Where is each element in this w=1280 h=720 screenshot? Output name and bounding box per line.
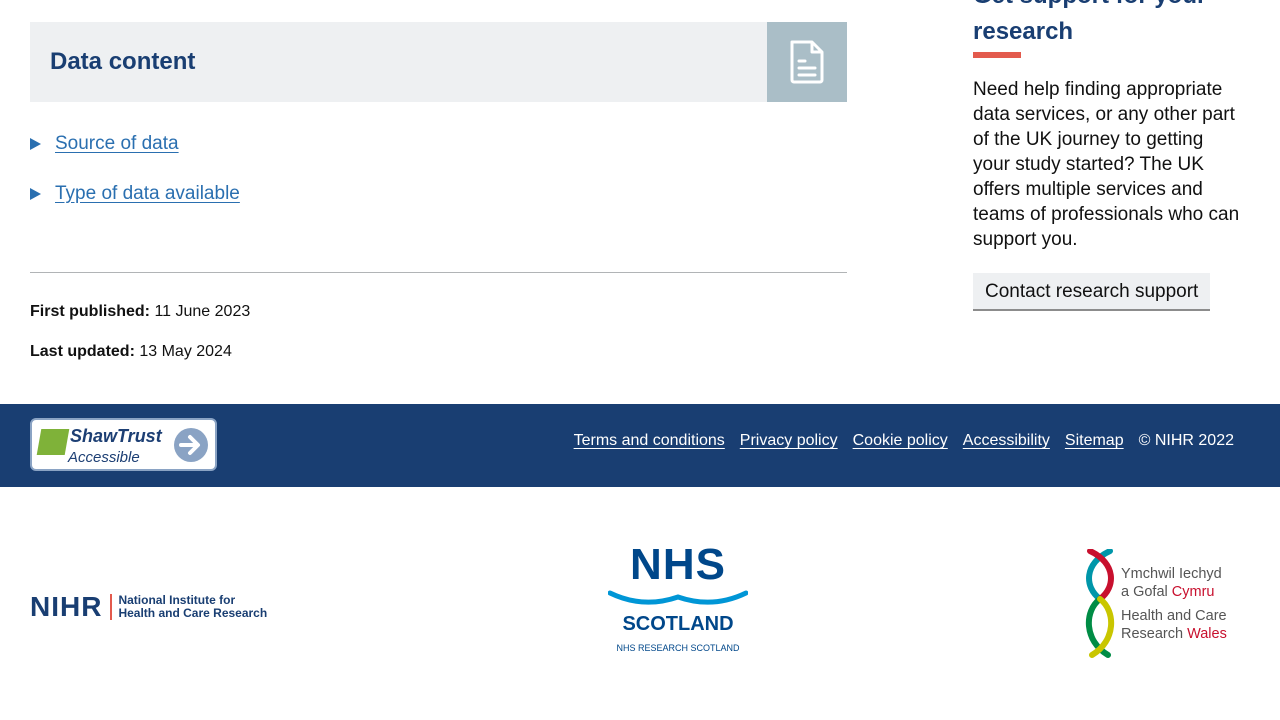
nhs-research-text: NHS RESEARCH SCOTLAND: [616, 643, 740, 653]
accessibility-link[interactable]: Accessibility: [963, 432, 1050, 450]
expander-source-of-data[interactable]: Source of data: [30, 133, 179, 155]
shaw-trust-accessible-badge[interactable]: ShawTrust Accessible: [30, 418, 217, 471]
section-title: Data content: [50, 48, 196, 75]
nhs-scotland-logo[interactable]: NHS SCOTLAND NHS RESEARCH SCOTLAND: [608, 543, 748, 653]
nihr-full-name: National Institute for Health and Care R…: [118, 594, 267, 620]
copyright: © NIHR 2022: [1138, 432, 1234, 449]
hcrw-line4a: Research: [1121, 626, 1188, 642]
health-care-research-wales-logo[interactable]: Ymchwil Iechyd a Gofal Cymru Health and …: [1080, 549, 1255, 659]
expand-triangle-icon: [30, 188, 41, 200]
nihr-line2: Health and Care Research: [118, 606, 268, 620]
hcrw-line1: Ymchwil Iechyd: [1121, 566, 1222, 582]
partner-logos: NIHR National Institute for Health and C…: [0, 487, 1280, 720]
document-icon: [767, 22, 847, 102]
last-updated-value: 13 May 2024: [139, 343, 232, 360]
privacy-link[interactable]: Privacy policy: [740, 432, 838, 450]
first-published-value: 11 June 2023: [154, 303, 251, 320]
nihr-logo[interactable]: NIHR National Institute for Health and C…: [30, 591, 267, 623]
footer-links: Terms and conditions Privacy policy Cook…: [574, 432, 1234, 450]
nihr-divider: [110, 594, 113, 620]
divider: [30, 272, 847, 273]
hcrw-line4b: Wales: [1187, 626, 1227, 642]
hcrw-line2a: a Gofal: [1121, 584, 1172, 600]
hcrw-line3: Health and Care: [1121, 608, 1227, 624]
nhs-wordmark: NHS: [630, 540, 726, 589]
sitemap-link[interactable]: Sitemap: [1065, 432, 1124, 450]
helix-icon: [1085, 549, 1115, 658]
last-updated-label: Last updated:: [30, 343, 135, 360]
data-content-header: Data content: [30, 22, 847, 102]
nihr-line1: National Institute for: [118, 593, 236, 607]
type-of-data-link[interactable]: Type of data available: [55, 183, 240, 205]
wave-icon: [608, 590, 748, 605]
last-updated: Last updated: 13 May 2024: [30, 343, 232, 361]
expander-type-of-data[interactable]: Type of data available: [30, 183, 240, 205]
nihr-short: NIHR: [30, 591, 103, 622]
badge-line1: ShawTrust: [70, 426, 162, 446]
source-of-data-link[interactable]: Source of data: [55, 133, 179, 155]
nhs-scotland-text: SCOTLAND: [622, 613, 734, 635]
badge-line2: Accessible: [68, 449, 140, 466]
first-published: First published: 11 June 2023: [30, 303, 250, 321]
cookie-link[interactable]: Cookie policy: [853, 432, 948, 450]
hcrw-line2b: Cymru: [1171, 584, 1215, 600]
contact-research-support-button[interactable]: Contact research support: [973, 273, 1211, 311]
support-body: Need help finding appropriate data servi…: [973, 79, 1240, 250]
terms-link[interactable]: Terms and conditions: [574, 432, 725, 450]
expand-triangle-icon: [30, 138, 41, 150]
shaw-trust-logo-icon: [36, 429, 70, 455]
footer: ShawTrust Accessible Terms and condition…: [0, 404, 1280, 487]
title-underline-bar: [973, 52, 1021, 58]
first-published-label: First published:: [30, 303, 150, 320]
arrow-right-icon: [174, 428, 208, 462]
hcrw-text: Ymchwil Iechyd a Gofal Cymru Health and …: [1121, 565, 1227, 643]
support-title: Get support for your research: [973, 0, 1206, 45]
